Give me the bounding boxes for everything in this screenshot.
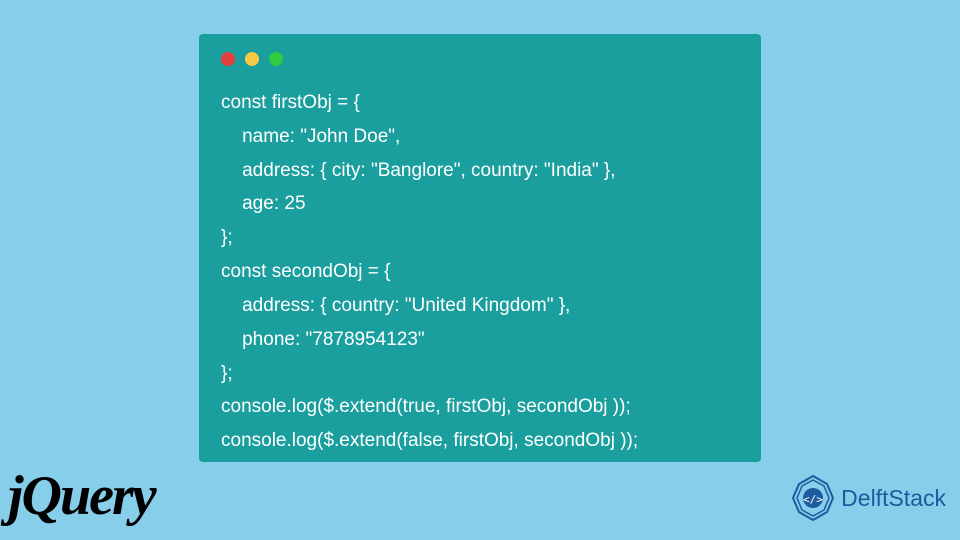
maximize-icon (269, 52, 283, 66)
delftstack-text: DelftStack (841, 485, 946, 512)
delftstack-logo: </> DelftStack (789, 474, 946, 522)
delftstack-icon: </> (789, 474, 837, 522)
minimize-icon (245, 52, 259, 66)
close-icon (221, 52, 235, 66)
jquery-logo: jQuery (8, 464, 155, 528)
window-buttons (221, 52, 739, 66)
code-content: const firstObj = { name: "John Doe", add… (221, 86, 739, 458)
svg-text:</>: </> (803, 493, 823, 506)
code-window: const firstObj = { name: "John Doe", add… (199, 34, 761, 462)
